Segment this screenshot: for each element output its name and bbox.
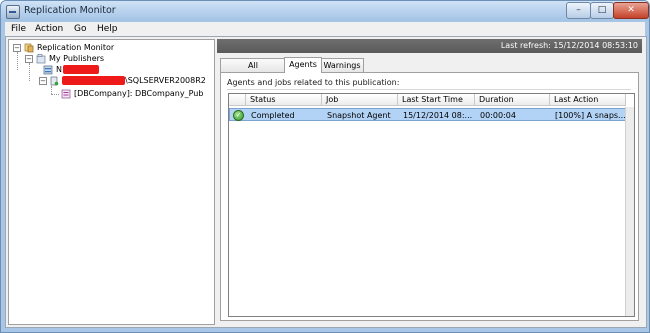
minimize-button[interactable]: – xyxy=(566,2,591,19)
cell-job: Snapshot Agent xyxy=(327,111,391,120)
column-header-icon[interactable] xyxy=(229,94,246,106)
redaction-mark xyxy=(63,65,99,74)
details-pane: Last refresh: 15/12/2014 08:53:10 All Su… xyxy=(217,39,642,323)
replication-monitor-icon xyxy=(6,5,20,19)
publication-icon xyxy=(61,89,71,99)
tree-node-my-publishers[interactable]: − My Publishers xyxy=(25,54,205,65)
agents-grid[interactable]: Status Job Last Start Time Duration Last… xyxy=(228,93,635,317)
refresh-status-bar: Last refresh: 15/12/2014 08:53:10 xyxy=(217,39,642,53)
tab-all-subscriptions[interactable]: All Subscriptions xyxy=(220,58,286,83)
menu-go[interactable]: Go xyxy=(74,24,86,34)
replication-monitor-node-icon xyxy=(24,43,34,53)
agents-caption: Agents and jobs related to this publicat… xyxy=(227,78,631,90)
agents-tab-panel: Agents and jobs related to this publicat… xyxy=(220,72,639,321)
check-circle-icon: ✓ xyxy=(233,110,244,121)
collapse-expander-icon[interactable]: − xyxy=(25,55,33,63)
collapse-expander-icon[interactable]: − xyxy=(13,44,21,52)
tree-node-server[interactable]: − \SQLSERVER2008R2 xyxy=(39,76,214,87)
column-header-duration[interactable]: Duration xyxy=(475,94,550,106)
close-button[interactable]: ✕ xyxy=(613,2,649,19)
title-bar[interactable]: Replication Monitor – □ ✕ xyxy=(1,1,649,21)
column-header-last-start-time[interactable]: Last Start Time xyxy=(398,94,475,106)
window-title: Replication Monitor xyxy=(24,5,116,16)
tab-warnings[interactable]: Warnings xyxy=(320,58,364,72)
menu-bar: File Action Go Help xyxy=(5,22,645,36)
replication-monitor-window: Replication Monitor – □ ✕ File Action Go… xyxy=(0,0,650,333)
menu-help[interactable]: Help xyxy=(97,24,118,34)
last-refresh-text: Last refresh: 15/12/2014 08:53:10 xyxy=(500,41,638,50)
tree-node-publication[interactable]: [DBCompany]: DBCompany_Pub xyxy=(61,89,214,100)
cell-last-action: [100%] A snaps... xyxy=(555,111,625,120)
tree-label-publisher: N xyxy=(56,65,62,74)
navigation-tree[interactable]: − Replication Monitor − My Publishers N … xyxy=(8,39,215,325)
publishers-folder-icon xyxy=(36,54,46,64)
tree-label-my-publishers: My Publishers xyxy=(49,54,105,63)
menu-action[interactable]: Action xyxy=(35,24,63,34)
publisher-server-icon xyxy=(43,65,53,75)
column-header-job[interactable]: Job xyxy=(322,94,398,106)
tree-node-publisher[interactable]: N xyxy=(43,65,203,76)
cell-duration: 00:00:04 xyxy=(480,111,516,120)
tab-agents[interactable]: Agents xyxy=(284,57,322,73)
cell-last-start-time: 15/12/2014 08:... xyxy=(403,111,473,120)
cell-status: Completed xyxy=(251,111,295,120)
tree-label-server: \SQLSERVER2008R2 xyxy=(125,76,206,85)
tree-label-publication: [DBCompany]: DBCompany_Pub xyxy=(74,89,204,98)
table-row[interactable]: ✓ Completed Snapshot Agent 15/12/2014 08… xyxy=(229,108,626,121)
redaction-mark xyxy=(62,76,125,85)
column-header-last-action[interactable]: Last Action xyxy=(550,94,626,106)
column-header-status[interactable]: Status xyxy=(246,94,322,106)
menu-file[interactable]: File xyxy=(11,24,26,34)
server-icon xyxy=(50,76,59,86)
collapse-expander-icon[interactable]: − xyxy=(39,77,47,85)
tree-node-replication-monitor[interactable]: − Replication Monitor xyxy=(13,43,203,54)
agents-grid-header: Status Job Last Start Time Duration Last… xyxy=(229,94,634,107)
vertical-scrollbar[interactable] xyxy=(625,107,634,316)
maximize-button[interactable]: □ xyxy=(590,2,614,19)
tree-label-replication-monitor: Replication Monitor xyxy=(37,43,115,52)
client-area: − Replication Monitor − My Publishers N … xyxy=(5,36,647,328)
